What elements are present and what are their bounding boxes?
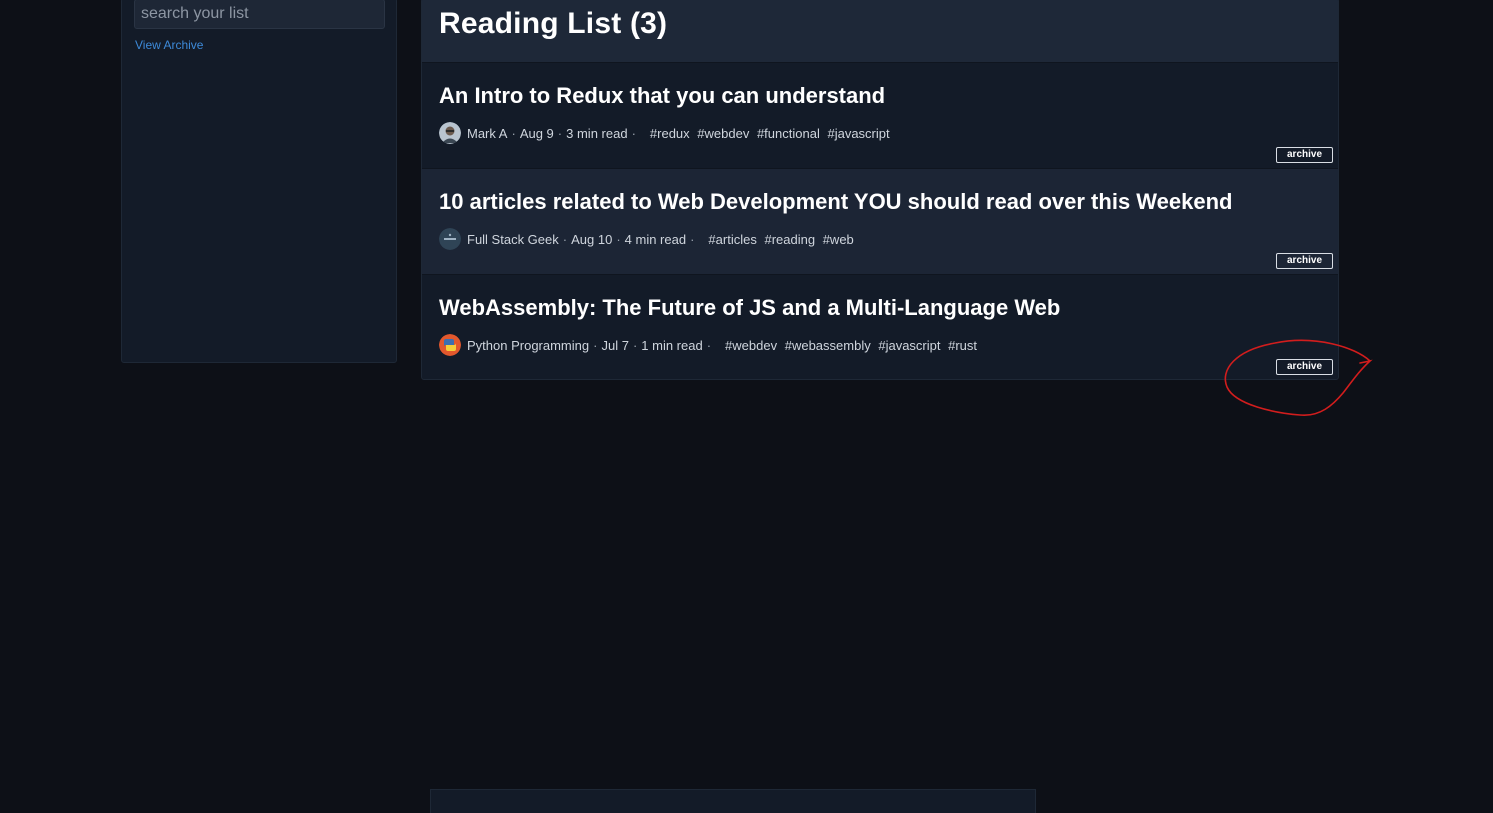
read-time: 1 min read xyxy=(641,337,703,353)
read-time: 3 min read xyxy=(566,125,628,141)
article-meta: Mark A · Aug 9 · 3 min read · #redux #we… xyxy=(439,122,1321,144)
archive-button[interactable]: archive xyxy=(1276,147,1333,163)
separator-dot: · xyxy=(706,337,712,353)
tag-link[interactable]: #articles xyxy=(708,232,756,247)
tag-link[interactable]: #webassembly xyxy=(785,338,871,353)
separator-dot: · xyxy=(557,125,563,141)
tag-link[interactable]: #webdev xyxy=(697,126,749,141)
logo-avatar-icon[interactable] xyxy=(439,228,461,250)
separator-dot: · xyxy=(593,337,598,353)
archive-button[interactable]: archive xyxy=(1276,359,1333,375)
article-date: Aug 10 xyxy=(571,231,613,247)
tag-link[interactable]: #javascript xyxy=(827,126,889,141)
tag-link[interactable]: #rust xyxy=(948,338,977,353)
author-name[interactable]: Full Stack Geek xyxy=(467,232,559,247)
view-archive-link[interactable]: View Archive xyxy=(135,38,203,52)
separator-dot: · xyxy=(631,125,636,141)
article-date: Aug 9 xyxy=(519,125,554,141)
page: View Archive Reading List (3) An Intro t… xyxy=(0,0,1493,813)
sidebar: View Archive xyxy=(121,0,397,363)
article-title-link[interactable]: An Intro to Redux that you can understan… xyxy=(439,83,1321,109)
tag-link[interactable]: #redux xyxy=(650,126,690,141)
article-title-link[interactable]: WebAssembly: The Future of JS and a Mult… xyxy=(439,295,1321,321)
separator-dot: · xyxy=(690,231,695,247)
bottom-panel xyxy=(430,789,1036,813)
reading-list-item: 10 articles related to Web Development Y… xyxy=(422,168,1338,274)
tag-list: #webdev #webassembly #javascript #rust xyxy=(725,338,981,353)
reading-list-item: WebAssembly: The Future of JS and a Mult… xyxy=(422,274,1338,379)
reading-list-panel: Reading List (3) An Intro to Redux that … xyxy=(421,0,1339,380)
tag-link[interactable]: #web xyxy=(823,232,854,247)
tag-link[interactable]: #functional xyxy=(757,126,820,141)
article-meta: Full Stack Geek · Aug 10 · 4 min read · … xyxy=(439,228,1321,250)
separator-dot: · xyxy=(511,125,516,141)
tag-list: #redux #webdev #functional #javascript xyxy=(650,126,894,141)
reading-list-header: Reading List (3) xyxy=(422,0,1338,62)
tag-list: #articles #reading #web xyxy=(708,232,857,247)
tag-link[interactable]: #javascript xyxy=(878,338,940,353)
tag-link[interactable]: #webdev xyxy=(725,338,777,353)
article-date: Jul 7 xyxy=(601,337,629,353)
read-time: 4 min read xyxy=(624,231,687,247)
separator-dot: · xyxy=(562,231,568,247)
article-meta: Python Programming · Jul 7 · 1 min read … xyxy=(439,334,1321,356)
author-name[interactable]: Mark A xyxy=(467,126,507,141)
archive-button[interactable]: archive xyxy=(1276,253,1333,269)
separator-dot: · xyxy=(632,337,638,353)
tag-link[interactable]: #reading xyxy=(764,232,815,247)
user-photo-avatar-icon[interactable] xyxy=(439,122,461,144)
reading-list-item: An Intro to Redux that you can understan… xyxy=(422,62,1338,168)
search-input[interactable] xyxy=(134,0,385,29)
separator-dot: · xyxy=(616,231,621,247)
page-title: Reading List (3) xyxy=(439,7,668,40)
article-title-link[interactable]: 10 articles related to Web Development Y… xyxy=(439,189,1321,215)
python-logo-avatar-icon[interactable] xyxy=(439,334,461,356)
author-name[interactable]: Python Programming xyxy=(467,338,589,353)
